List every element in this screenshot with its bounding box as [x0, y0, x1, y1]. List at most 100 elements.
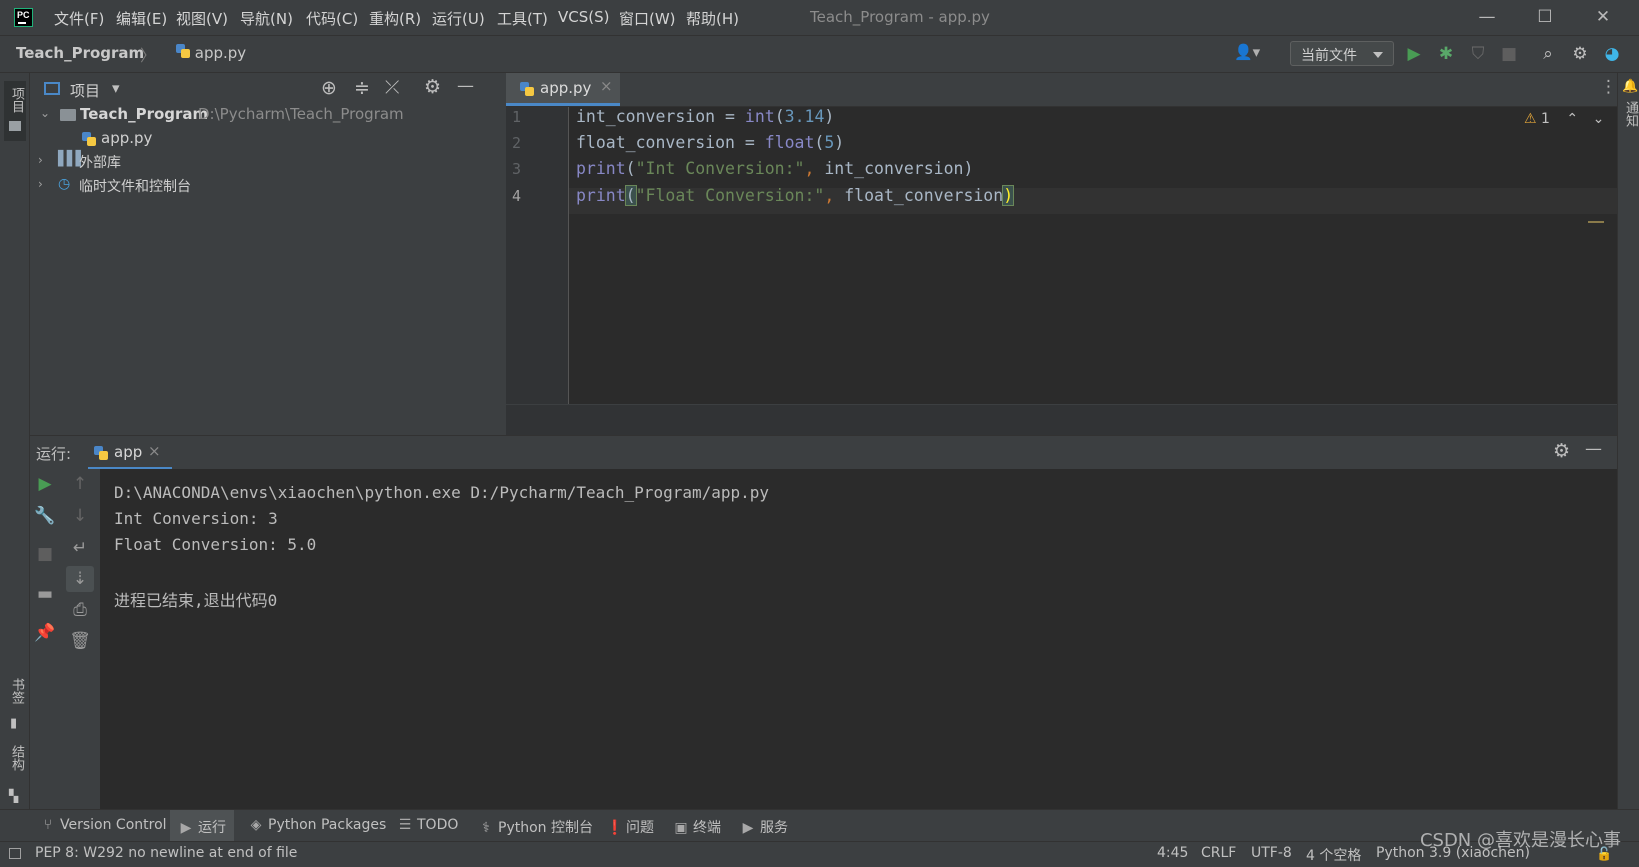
breadcrumb-file[interactable]: app.py [176, 44, 246, 62]
python-icon [94, 446, 108, 460]
previous-highlight-icon[interactable]: ⌃ [1566, 111, 1578, 127]
close-tab-icon[interactable]: × [600, 77, 613, 95]
tool-window-bar: ⑂ Version Control ▶ 运行 ◈ Python Packages ☰ T… [0, 809, 1639, 842]
tool-tab-version-control[interactable]: ⑂ Version Control [40, 817, 167, 833]
run-icon[interactable]: ▶ [1402, 42, 1426, 66]
chevron-right-icon[interactable]: › [38, 177, 43, 191]
stop-icon[interactable]: ■ [1497, 42, 1521, 66]
left-tool-strip: 项目 书签 ▮ 结构 ▚ [0, 73, 30, 843]
scroll-to-end-icon[interactable]: ⇣ [66, 566, 94, 592]
warning-icon: ⚠ [1524, 111, 1537, 127]
caret-position[interactable]: 4:45 [1157, 845, 1188, 861]
close-button[interactable]: ✕ [1588, 5, 1618, 29]
warning-stripe-marker[interactable] [1588, 221, 1604, 223]
tree-item-scratches[interactable]: › ◷ 临时文件和控制台 [30, 174, 506, 198]
run-console-output[interactable]: D:\ANACONDA\envs\xiaochen\python.exe D:/… [100, 469, 1617, 809]
structure-tool-label: 结构 [9, 745, 24, 771]
tool-tab-terminal[interactable]: ▣ 终端 [673, 817, 721, 837]
rerun-icon[interactable]: ▶ [31, 471, 59, 497]
debug-icon[interactable]: ✱ [1434, 42, 1458, 66]
settings-icon[interactable]: ⚙ [1568, 42, 1592, 66]
menu-navigate[interactable]: 导航(N) [240, 8, 293, 29]
menu-tools[interactable]: 工具(T) [497, 8, 548, 29]
up-arrow-icon[interactable]: ↑ [66, 471, 94, 497]
locate-icon[interactable]: ⊕ [321, 77, 337, 99]
tree-item-app-py[interactable]: app.py [30, 127, 506, 151]
editor-tab-app-py[interactable]: app.py × [506, 73, 620, 106]
tool-tab-python-console[interactable]: ⚕ Python 控制台 [478, 817, 593, 837]
wrench-icon[interactable]: 🔧 [31, 503, 59, 529]
run-tab-app[interactable]: app × [88, 436, 172, 470]
expand-all-icon[interactable]: ≑ [354, 77, 370, 99]
print-icon[interactable]: ⎙ [66, 597, 94, 623]
hide-panel-icon[interactable]: — [1585, 439, 1602, 459]
warning-count: 1 [1541, 111, 1550, 127]
project-panel-title[interactable]: 项目 [70, 80, 100, 101]
search-icon[interactable]: ⌕ [1536, 42, 1560, 66]
project-tool-button[interactable]: 项目 [4, 81, 26, 141]
chevron-down-icon[interactable]: ⌄ [40, 106, 50, 120]
console-line: Int Conversion: 3 [114, 509, 278, 528]
structure-icon: ▚ [9, 789, 19, 803]
notifications-label[interactable]: 通知 [1621, 101, 1639, 127]
indent-setting[interactable]: 4 个空格 [1306, 845, 1361, 865]
tree-item-external-libs[interactable]: › ▌▌▌ 外部库 [30, 150, 506, 174]
status-message[interactable]: PEP 8: W292 no newline at end of file [35, 845, 297, 861]
folder-icon [60, 109, 76, 121]
menu-refactor[interactable]: 重构(R) [369, 8, 421, 29]
menu-vcs[interactable]: VCS(S) [558, 8, 609, 26]
tool-tab-run[interactable]: ▶ 运行 [170, 810, 234, 842]
tool-tab-python-packages[interactable]: ◈ Python Packages [248, 817, 387, 833]
tree-item-project-root[interactable]: ⌄ Teach_Program D:\Pycharm\Teach_Program [30, 103, 506, 127]
menu-help[interactable]: 帮助(H) [686, 8, 739, 29]
maximize-button[interactable]: ☐ [1530, 5, 1560, 29]
ide-logo-icon[interactable]: ◕ [1600, 42, 1624, 66]
trash-icon[interactable]: 🗑 [66, 628, 94, 654]
run-config-dropdown[interactable]: 当前文件 [1290, 41, 1394, 66]
close-tab-icon[interactable]: × [148, 442, 161, 460]
bookmarks-tool-button[interactable]: 书签 ▮ [4, 678, 26, 738]
menu-window[interactable]: 窗口(W) [619, 8, 676, 29]
next-highlight-icon[interactable]: ⌄ [1593, 111, 1605, 127]
layout-icon[interactable]: ▬ [31, 581, 59, 607]
editor-tab-label: app.py [540, 79, 592, 97]
menu-code[interactable]: 代码(C) [306, 8, 358, 29]
toggle-tool-windows-icon[interactable] [9, 848, 21, 859]
run-panel-label: 运行: [36, 445, 72, 463]
user-icon[interactable]: 👤▾ [1234, 43, 1268, 65]
python-file-icon [520, 82, 534, 96]
tree-item-label: 外部库 [79, 155, 121, 171]
structure-tool-button[interactable]: 结构 ▚ [4, 745, 26, 815]
branch-icon: ⑂ [43, 817, 53, 833]
chevron-right-icon[interactable]: › [38, 153, 43, 167]
menu-run[interactable]: 运行(U) [432, 8, 485, 29]
down-arrow-icon[interactable]: ↓ [66, 503, 94, 529]
menu-view[interactable]: 视图(V) [176, 8, 228, 29]
coverage-icon[interactable]: ⛉ [1466, 42, 1490, 66]
settings-icon[interactable]: ⚙ [1553, 440, 1570, 462]
minimize-button[interactable]: — [1472, 5, 1502, 29]
logo-text: PC [17, 10, 30, 20]
file-encoding[interactable]: UTF-8 [1251, 845, 1292, 861]
chevron-down-icon[interactable]: ▾ [112, 79, 120, 97]
pin-icon[interactable]: 📌 [31, 620, 59, 646]
line-number: 1 [512, 108, 522, 126]
settings-icon[interactable]: ⚙ [424, 76, 441, 98]
inspection-widget[interactable]: ⚠ 1 ⌃ ⌄ [1524, 111, 1604, 127]
menu-edit[interactable]: 编辑(E) [116, 8, 167, 29]
tool-tab-services[interactable]: ▶ 服务 [740, 817, 788, 837]
breadcrumb-separator: 〉 [140, 46, 157, 65]
hide-panel-icon[interactable]: — [457, 76, 474, 96]
soft-wrap-icon[interactable]: ↵ [66, 535, 94, 561]
code-editor[interactable]: 1 2 3 4 int_conversion = int(3.14) float… [506, 107, 1617, 404]
more-options-icon[interactable]: ⋮ [1600, 77, 1617, 97]
notifications-icon[interactable]: 🔔 [1622, 79, 1638, 94]
scratches-icon: ◷ [58, 176, 71, 192]
tool-tab-todo[interactable]: ☰ TODO [397, 817, 459, 833]
tool-tab-problems[interactable]: ❗ 问题 [606, 817, 654, 837]
breadcrumb-project[interactable]: Teach_Program [16, 44, 144, 62]
menu-file[interactable]: 文件(F) [54, 8, 104, 29]
line-separator[interactable]: CRLF [1201, 845, 1236, 861]
stop-icon[interactable]: ■ [31, 541, 59, 567]
collapse-all-icon[interactable]: ⤫ [385, 77, 399, 98]
